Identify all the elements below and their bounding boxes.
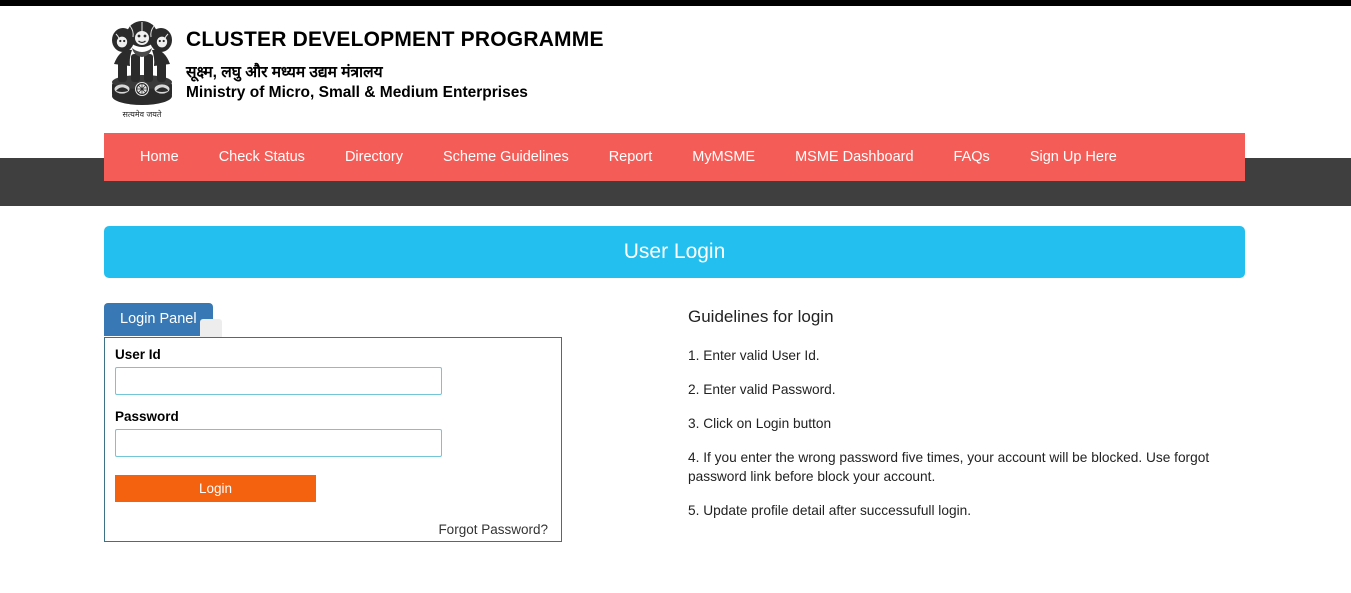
guideline-item: 1. Enter valid User Id. [688,348,820,363]
tab-secondary-placeholder[interactable] [200,319,222,337]
nav-item-report[interactable]: Report [589,133,673,181]
brand-text-block: CLUSTER DEVELOPMENT PROGRAMME सूक्ष्म, ल… [186,28,604,102]
nav-item-mymsme[interactable]: MyMSME [672,133,775,181]
tab-login-panel[interactable]: Login Panel [104,303,213,336]
nav-item-scheme-guidelines[interactable]: Scheme Guidelines [423,133,589,181]
ashoka-emblem-icon: सत्यमेव जयते [104,12,180,125]
ministry-name-english: Ministry of Micro, Small & Medium Enterp… [186,83,528,101]
forgot-password-row: Forgot Password? [111,521,549,539]
guideline-item: 3. Click on Login button [688,415,832,431]
page-banner: User Login [104,226,1245,278]
login-panel-column: Login Panel User Id Password Login Forgo… [104,303,562,542]
guidelines-heading: Guidelines for login [688,307,834,326]
main-navigation: Home Check Status Directory Scheme Guide… [104,133,1245,181]
nav-item-directory[interactable]: Directory [325,133,423,181]
nav-item-msme-dashboard[interactable]: MSME Dashboard [775,133,933,181]
banner-title: User Login [623,240,726,263]
emblem-motto-text: सत्यमेव जयते [123,109,162,119]
login-tab-strip: Login Panel [104,303,562,337]
ministry-name-hindi: सूक्ष्म, लघु और मध्यम उद्यम मंत्रालय [186,64,383,82]
nav-item-faqs[interactable]: FAQs [934,133,1010,181]
page-title: CLUSTER DEVELOPMENT PROGRAMME [186,28,604,51]
nav-item-home[interactable]: Home [120,133,199,181]
password-label: Password [115,409,179,424]
guideline-item: 5. Update profile detail after successuf… [688,503,972,519]
guideline-item: 4. If you enter the wrong password five … [688,449,1210,485]
user-id-label: User Id [115,347,161,362]
password-input[interactable] [115,429,442,457]
forgot-password-link[interactable]: Forgot Password? [438,522,548,537]
page-root: सत्यमेव जयते CLUSTER DEVELOPMENT PROGRAM… [0,0,1351,593]
user-id-input[interactable] [115,367,442,395]
guidelines-column: Guidelines for login 1. Enter valid User… [688,307,1238,535]
site-header: सत्यमेव जयते CLUSTER DEVELOPMENT PROGRAM… [0,6,1351,133]
login-button[interactable]: Login [115,475,316,502]
guideline-item: 2. Enter valid Password. [688,381,836,397]
nav-item-sign-up-here[interactable]: Sign Up Here [1010,133,1137,181]
nav-item-check-status[interactable]: Check Status [199,133,325,181]
login-form-box: User Id Password Login Forgot Password? [104,337,562,542]
